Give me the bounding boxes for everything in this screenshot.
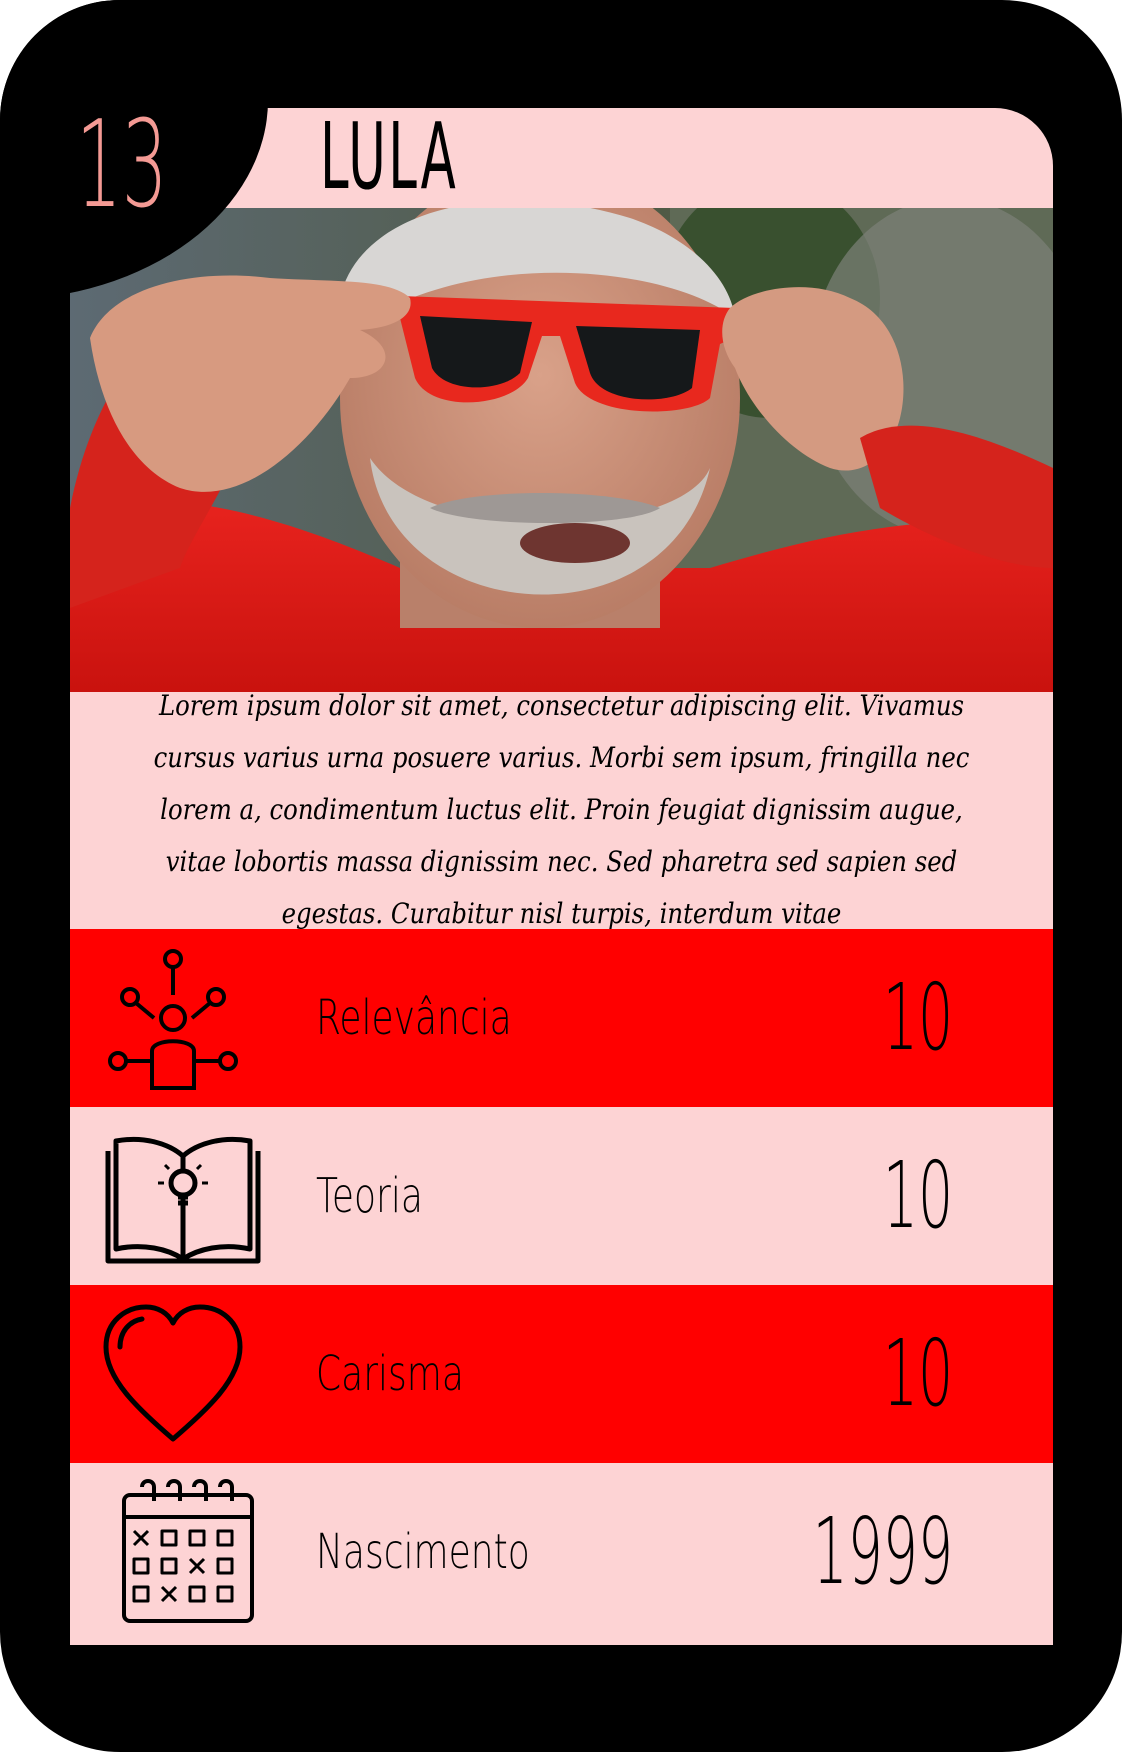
stat-value: 10	[882, 964, 953, 1071]
heart-icon	[98, 1299, 248, 1449]
stat-label: Carisma	[316, 1346, 464, 1402]
book-lightbulb-icon	[98, 1121, 261, 1271]
calendar-icon	[118, 1477, 268, 1627]
card-number: 13	[76, 96, 168, 235]
stat-label: Nascimento	[316, 1524, 530, 1580]
stat-label: Teoria	[316, 1168, 423, 1224]
portrait-photo	[70, 208, 1053, 692]
stat-value: 10	[882, 1142, 953, 1249]
stat-row-relevancia: Relevância 10	[70, 929, 1053, 1107]
trading-card: LULA Lorem ipsum dolor sit amet, consect…	[0, 0, 1122, 1752]
stat-value: 10	[882, 1320, 953, 1427]
card-name: LULA	[320, 108, 459, 210]
description-text: Lorem ipsum dolor sit amet, consectetur …	[153, 689, 970, 930]
stat-row-nascimento: Nascimento 1999	[70, 1463, 1053, 1645]
stat-row-teoria: Teoria 10	[70, 1107, 1053, 1285]
stat-row-carisma: Carisma 10	[70, 1285, 1053, 1463]
stat-value: 1999	[812, 1498, 953, 1605]
portrait-illustration	[70, 208, 1053, 692]
stat-label: Relevância	[316, 990, 512, 1046]
description-block: Lorem ipsum dolor sit amet, consectetur …	[70, 689, 1053, 930]
network-person-icon	[98, 943, 248, 1093]
